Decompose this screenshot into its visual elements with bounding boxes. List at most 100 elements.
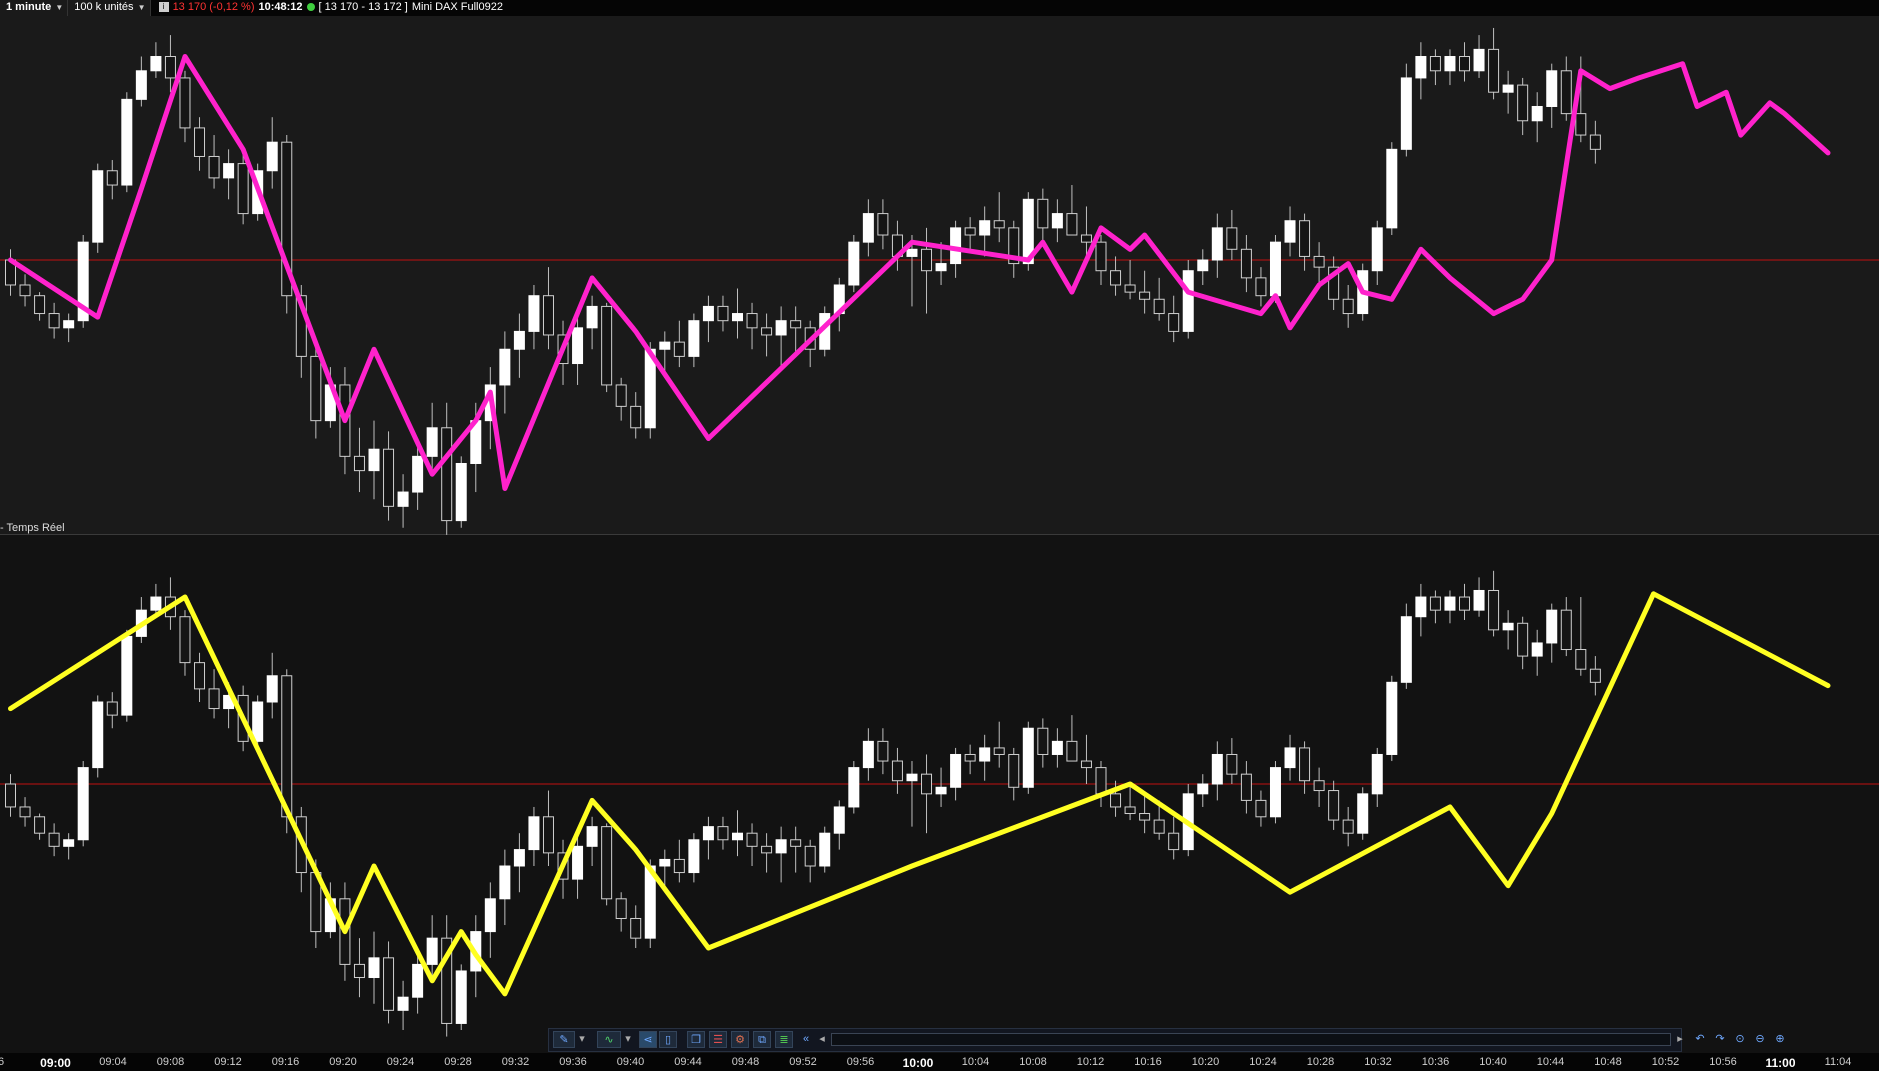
windows-icon[interactable]: ⧉ — [753, 1031, 771, 1048]
levels-icon[interactable]: ≣ — [775, 1031, 793, 1048]
redo-icon[interactable]: ↷ — [1711, 1031, 1729, 1048]
candle-body — [1080, 234, 1092, 243]
time-scrollbar[interactable] — [831, 1033, 1671, 1046]
candle-body — [1022, 727, 1034, 788]
scroll-right-icon[interactable]: ▸ — [1673, 1031, 1687, 1048]
list-icon[interactable]: ☰ — [709, 1031, 727, 1048]
candle-body — [1328, 790, 1340, 821]
time-axis-label: 10:52 — [1651, 1056, 1680, 1068]
copy-icon[interactable]: ❐ — [687, 1031, 705, 1048]
candle-body — [1386, 681, 1398, 755]
candle-body — [1299, 220, 1311, 257]
collapse-icon[interactable]: « — [797, 1031, 815, 1048]
chevron-down-icon[interactable]: ▾ — [577, 1031, 587, 1048]
candle-body — [77, 767, 89, 841]
candle-body — [862, 213, 874, 243]
time-axis-label: 09:16 — [271, 1056, 300, 1068]
candle-body — [761, 845, 773, 854]
candle-body — [1284, 220, 1296, 243]
candle-body — [1284, 747, 1296, 769]
candle-body — [48, 832, 60, 847]
draw-tool-icon[interactable]: ✎ — [553, 1031, 575, 1048]
candle-body — [1037, 727, 1049, 755]
zoom-fit-icon[interactable]: ⊙ — [1731, 1031, 1749, 1048]
candle-body — [281, 675, 293, 818]
candle-body — [1517, 622, 1529, 657]
candle-body — [833, 806, 845, 834]
candle-body — [601, 305, 613, 386]
indicator-icon[interactable]: ∿ — [597, 1031, 621, 1048]
candle-body — [572, 327, 584, 365]
time-axis-label: 10:24 — [1249, 1056, 1277, 1068]
candle-body — [586, 826, 598, 847]
candle-body — [1168, 313, 1180, 332]
candle-body — [1589, 668, 1601, 683]
candle-body — [1459, 596, 1470, 611]
undo-icon[interactable]: ↶ — [1691, 1031, 1709, 1048]
price-chart[interactable] — [0, 16, 1879, 1053]
time-axis[interactable]: 56 09:00 09:04 09:08 09:12 09:16 09:20 09:24 09:… — [0, 1053, 1879, 1071]
candle-body — [601, 826, 613, 900]
chevron-down-icon[interactable]: ▾ — [623, 1031, 633, 1048]
candle-body — [964, 227, 976, 236]
time-axis-label: 09:36 — [559, 1056, 587, 1068]
candle-body — [1531, 642, 1543, 657]
share-icon[interactable]: ⋖ — [639, 1031, 657, 1048]
info-icon[interactable]: i — [158, 2, 169, 13]
candle-body — [34, 816, 46, 834]
time-axis-label: 09:48 — [731, 1056, 760, 1068]
candle-body — [1444, 596, 1456, 611]
candle-body — [877, 213, 889, 236]
timeframe-label: 1 minute — [6, 1, 52, 13]
time-axis-label: 09:44 — [674, 1056, 702, 1068]
candle-body — [572, 845, 584, 880]
candle-body — [906, 248, 918, 257]
candle-body — [1168, 832, 1180, 851]
candle-body — [150, 56, 162, 72]
time-axis-label: 09:00 — [40, 1056, 71, 1070]
candle-body — [1429, 56, 1441, 72]
panel-icon[interactable]: ▯ — [659, 1031, 677, 1048]
candle-body — [1560, 609, 1572, 651]
candle-body — [368, 957, 380, 979]
candle-body — [266, 141, 278, 172]
candle-body — [1226, 227, 1238, 250]
candle-body — [1415, 56, 1427, 79]
candle-body — [1226, 753, 1238, 775]
panel-label: - Temps Réel — [0, 522, 65, 534]
candle-body — [1415, 596, 1427, 618]
candle-body — [1008, 753, 1020, 788]
candle-body — [1269, 241, 1281, 297]
candle-body — [484, 898, 496, 933]
units-dropdown[interactable]: 100 k unités ▼ — [68, 0, 151, 16]
candle-body — [1502, 84, 1514, 93]
candle-body — [790, 320, 802, 329]
candle-body — [1211, 227, 1223, 261]
candle-body — [935, 786, 947, 795]
time-axis-label: 10:48 — [1594, 1056, 1622, 1068]
time-axis-label: 10:36 — [1421, 1056, 1450, 1068]
candle-body — [121, 635, 133, 716]
candle-body — [121, 98, 133, 186]
candle-body — [848, 241, 860, 286]
time-axis-label: 09:24 — [386, 1056, 415, 1068]
candle-body — [979, 220, 991, 236]
candle-body — [1124, 284, 1136, 293]
candle-body — [1153, 819, 1165, 834]
zoom-out-icon[interactable]: ⊖ — [1751, 1031, 1769, 1048]
live-status-icon — [306, 3, 315, 12]
candle-body — [499, 865, 511, 900]
candle-body — [150, 596, 162, 611]
timeframe-dropdown[interactable]: 1 minute ▼ — [0, 0, 69, 16]
candle-body — [1255, 277, 1267, 297]
candle-body — [266, 675, 278, 703]
candle-body — [819, 832, 831, 867]
settings-icon[interactable]: ⚙ — [731, 1031, 749, 1048]
candle-body — [877, 740, 889, 762]
time-axis-label: 10:44 — [1536, 1056, 1565, 1068]
zoom-in-icon[interactable]: ⊕ — [1771, 1031, 1789, 1048]
scroll-left-icon[interactable]: ◂ — [815, 1031, 829, 1048]
candle-body — [1371, 753, 1383, 795]
candle-body — [746, 832, 758, 847]
time-axis-label: 09:04 — [99, 1056, 127, 1068]
